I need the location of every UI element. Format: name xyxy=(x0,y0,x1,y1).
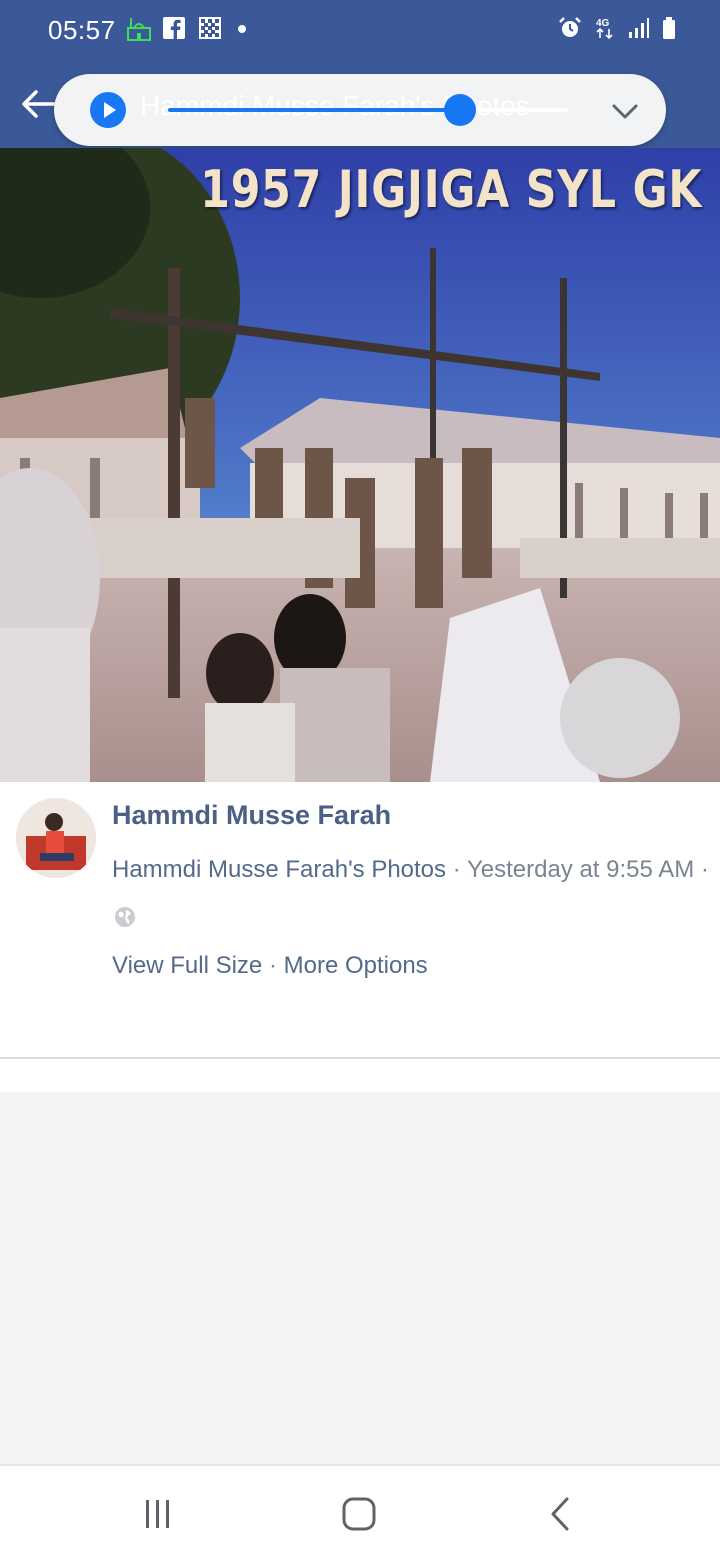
divider xyxy=(0,1057,720,1059)
status-time: 05:57 xyxy=(48,15,116,45)
media-player-overlay[interactable]: Hammdi Musse Farah's Photos xyxy=(54,74,666,146)
status-bar: 05:57 4G xyxy=(0,0,720,60)
qr-icon xyxy=(198,16,224,42)
4g-icon: 4G xyxy=(594,16,616,45)
system-icons: 4G xyxy=(558,16,676,45)
seek-bar[interactable] xyxy=(168,94,568,126)
view-full-size-link[interactable]: View Full Size xyxy=(112,952,262,979)
meta-separator: · xyxy=(452,856,461,883)
signal-icon xyxy=(628,17,650,44)
photo-caption-overlay: 1957 JIGJIGA SYL GK xyxy=(199,160,702,220)
empty-feed-area xyxy=(0,1092,720,1464)
mosque-icon xyxy=(126,16,152,42)
more-options-link[interactable]: More Options xyxy=(284,952,428,979)
post-meta: Hammdi Musse Farah's Photos · Yesterday … xyxy=(112,856,709,884)
author-name[interactable]: Hammdi Musse Farah xyxy=(112,800,391,831)
post-photo[interactable]: 1957 JIGJIGA SYL GK xyxy=(0,148,720,782)
home-icon[interactable] xyxy=(339,1494,379,1534)
seek-bar-thumb[interactable] xyxy=(444,94,476,126)
notification-icons xyxy=(126,16,246,42)
actions-separator: · xyxy=(268,952,277,979)
svg-text:4G: 4G xyxy=(596,18,610,29)
app-header: 05:57 4G Hammdi Musse Farah's Photos xyxy=(0,0,720,148)
alarm-icon xyxy=(558,16,582,45)
avatar[interactable] xyxy=(16,798,96,878)
post-actions: View Full Size · More Options xyxy=(112,952,428,980)
seek-bar-progress xyxy=(168,108,460,112)
chevron-down-icon[interactable] xyxy=(610,96,640,126)
recents-icon[interactable] xyxy=(138,1494,178,1534)
album-link[interactable]: Hammdi Musse Farah's Photos xyxy=(112,856,446,883)
back-icon[interactable] xyxy=(540,1494,580,1534)
more-notifications-dot xyxy=(238,25,246,33)
back-arrow-icon[interactable] xyxy=(18,84,58,124)
globe-icon xyxy=(114,906,136,928)
post-timestamp[interactable]: Yesterday at 9:55 AM xyxy=(467,856,694,883)
meta-separator: · xyxy=(700,856,709,883)
battery-icon xyxy=(662,16,676,45)
post-info: Hammdi Musse Farah Hammdi Musse Farah's … xyxy=(0,782,720,1058)
play-icon xyxy=(104,102,116,118)
system-navigation-bar xyxy=(0,1464,720,1560)
facebook-icon xyxy=(162,16,188,42)
photo-image xyxy=(0,148,720,782)
play-button[interactable] xyxy=(90,92,126,128)
